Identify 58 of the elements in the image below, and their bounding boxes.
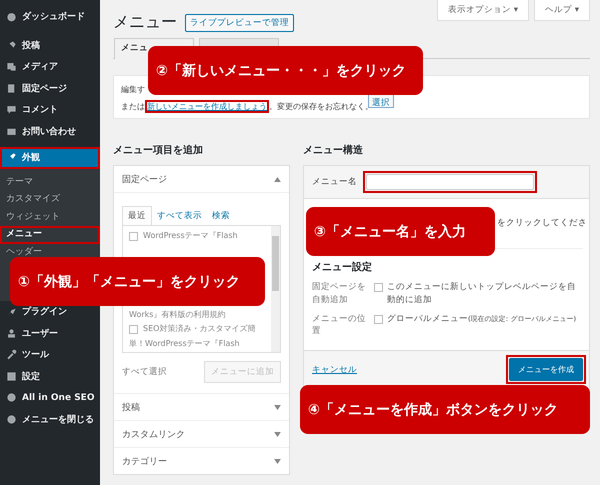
page-title: SEO対策済み・カスタマイズ簡 <box>143 323 256 335</box>
edit-label: 編集す <box>121 84 145 96</box>
instruction-tooltip: ②「新しいメニュー・・・」をクリック <box>148 46 423 95</box>
page-title: 単！WordPressテーマ『Flash <box>129 338 240 348</box>
cancel-link[interactable]: キャンセル <box>312 364 357 376</box>
sidebar-item[interactable]: コメント <box>0 99 100 120</box>
accordion-header[interactable]: 固定ページ <box>114 166 289 192</box>
create-menu-link[interactable]: 新しいメニューを作成しましょう <box>147 102 267 111</box>
settings-heading: メニュー設定 <box>312 260 373 274</box>
submenu-item[interactable]: カスタマイズ <box>0 191 100 208</box>
setting-label: 固定ページを自動追加 <box>312 281 367 306</box>
checkbox[interactable] <box>374 314 383 324</box>
menu-name-label: メニュー名 <box>312 176 357 188</box>
instruction-tooltip: ③「メニュー名」を入力 <box>306 207 495 256</box>
sidebar-item[interactable]: 固定ページ <box>0 78 100 99</box>
page-title: Works』有料版の利用規約 <box>129 310 226 318</box>
checkbox[interactable] <box>129 324 138 334</box>
tab[interactable]: 検索 <box>207 207 235 225</box>
sidebar-item[interactable]: 設定 <box>0 366 100 387</box>
section-heading: メニュー構造 <box>303 144 364 157</box>
checkbox[interactable] <box>374 283 383 292</box>
option-label: このメニューに新しいトップレベルページを自動的に追加 <box>387 281 577 306</box>
accordion-header[interactable]: 投稿 <box>114 393 289 420</box>
submenu-item[interactable]: ウィジェット <box>0 208 100 226</box>
sidebar-item[interactable]: メディア <box>0 56 100 78</box>
sidebar-item[interactable]: メニューを閉じる <box>0 408 100 430</box>
expand-icon <box>274 432 281 436</box>
expand-icon <box>274 458 281 464</box>
live-preview-button[interactable]: ライブプレビューで管理 <box>185 14 294 32</box>
checkbox[interactable] <box>129 232 138 241</box>
page-title: メニュー <box>113 12 177 33</box>
setting-label: メニューの位置 <box>312 312 367 338</box>
instruction-tooltip: ④「メニューを作成」ボタンをクリック <box>300 385 590 434</box>
select-all-label: すべて選択 <box>122 366 167 378</box>
instruction-text: をクリックしてくださ <box>497 218 587 228</box>
sidebar-item[interactable]: 投稿 <box>0 34 100 56</box>
sidebar-item[interactable]: ダッシュボード <box>0 6 100 28</box>
expand-icon <box>274 404 281 410</box>
tab[interactable]: 最近 <box>122 206 152 225</box>
scrollbar[interactable] <box>271 226 280 352</box>
screen-option-button[interactable]: 表示オプション ▾ <box>437 0 530 21</box>
create-menu-button[interactable]: メニューを作成 <box>509 358 583 381</box>
save-reminder-text: 。変更の保存をお忘れなく。 <box>269 102 373 112</box>
screen-option-button[interactable]: ヘルプ ▾ <box>534 0 590 21</box>
sidebar-item[interactable]: ツール <box>0 344 100 366</box>
submenu-item[interactable]: メニュー <box>0 226 100 244</box>
sidebar-item[interactable]: ユーザー <box>0 322 100 344</box>
accordion-header[interactable]: カテゴリー <box>114 447 289 474</box>
tab[interactable]: すべて表示 <box>152 207 207 225</box>
section-heading: メニュー項目を追加 <box>113 144 204 157</box>
or-text: または <box>121 101 145 112</box>
page-title: WordPressテーマ『Flash <box>143 230 238 242</box>
accordion-header[interactable]: カスタムリンク <box>114 420 289 447</box>
collapse-icon <box>274 176 281 182</box>
instruction-tooltip: ①「外観」「メニュー」をクリック <box>10 257 265 306</box>
submenu-item[interactable]: テーマ <box>0 174 100 191</box>
sidebar-item[interactable]: All in One SEO <box>0 387 100 408</box>
sidebar-item[interactable]: お問い合わせ <box>0 120 100 142</box>
